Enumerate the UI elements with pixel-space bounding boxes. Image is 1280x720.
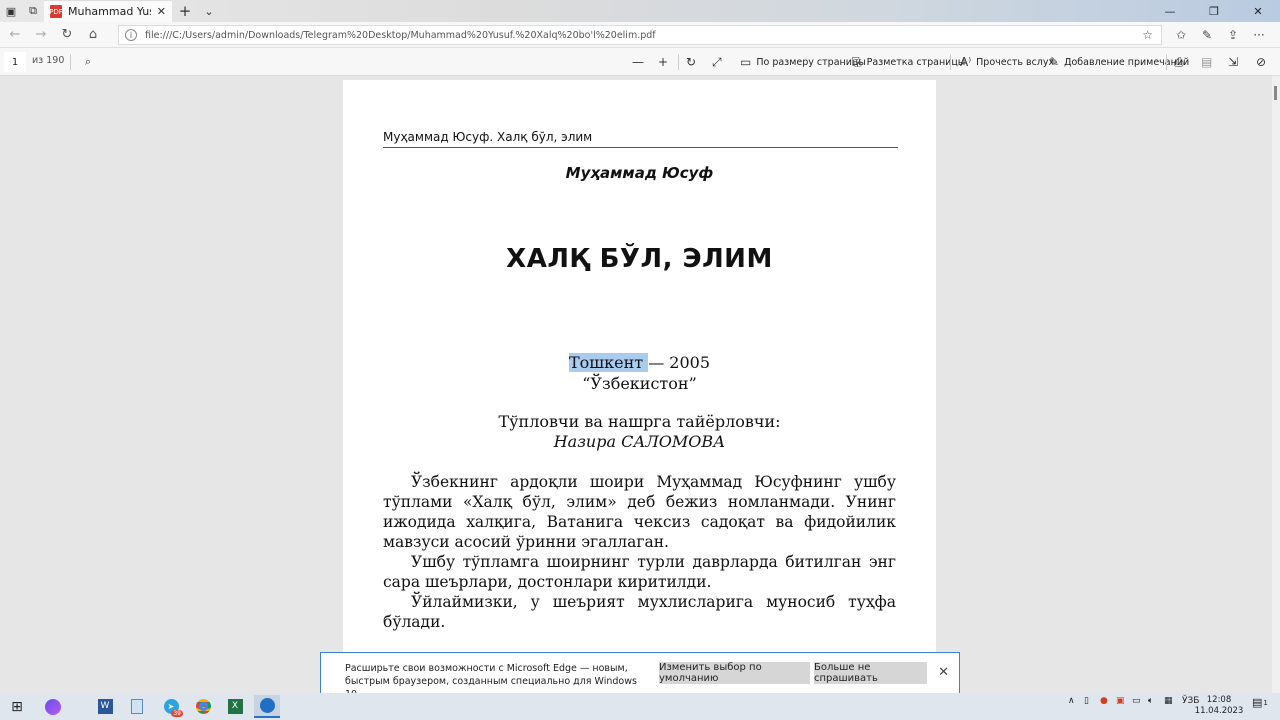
favorite-star-icon[interactable]: ☆: [1142, 28, 1153, 42]
fit-page-icon: ▭: [740, 55, 752, 69]
info-icon[interactable]: i: [125, 29, 137, 41]
author-name: Муҳаммад Юсуф: [565, 164, 714, 182]
publisher-name: “Ўзбекистон”: [582, 374, 697, 393]
windows-start-icon[interactable]: ⊞: [4, 695, 30, 718]
document-viewer[interactable]: Муҳаммад Юсуф. Халқ бўл, элим Муҳаммад Ю…: [0, 76, 1272, 693]
pdf-file-icon: PDF: [49, 5, 63, 18]
chrome-icon[interactable]: [190, 695, 216, 718]
action-center-icon[interactable]: ▤ 1: [1252, 696, 1268, 709]
url-field[interactable]: i file:///C:/Users/admin/Downloads/Teleg…: [118, 25, 1162, 45]
volume-icon[interactable]: 🔈︎: [1148, 696, 1153, 706]
minimize-icon[interactable]: —: [1148, 0, 1192, 22]
scrollbar-thumb[interactable]: [1274, 86, 1277, 100]
back-icon[interactable]: ←: [2, 22, 28, 48]
selected-text[interactable]: Тошкент: [568, 353, 649, 372]
editor-name: Назира САЛОМОВА: [553, 432, 726, 451]
close-tab-icon[interactable]: ✕: [157, 5, 166, 18]
word-icon[interactable]: W: [92, 695, 118, 718]
dont-ask-button[interactable]: Больше не спрашивать: [814, 662, 927, 684]
share-icon[interactable]: ⇪: [1220, 22, 1246, 48]
favorites-icon[interactable]: ✩: [1168, 22, 1194, 48]
tab-active[interactable]: PDF Muhammad Yusuf. Xalq ✕: [44, 0, 172, 22]
restore-icon[interactable]: ❐: [1192, 0, 1236, 22]
usb-icon[interactable]: ▯: [1084, 696, 1089, 706]
paragraph: Ўзбекнинг ардоқли шоири Муҳаммад Юсуфнин…: [383, 473, 896, 551]
save-icon[interactable]: ▤: [1201, 52, 1212, 72]
add-notes-label: Добавление примечаний: [1064, 56, 1190, 68]
edge-icon[interactable]: [254, 695, 280, 718]
antivirus-icon[interactable]: ▣: [1116, 696, 1125, 706]
vertical-scrollbar[interactable]: [1272, 76, 1280, 693]
divider: [950, 54, 951, 70]
read-aloud-button[interactable]: A⁾ Прочесть вслух: [960, 52, 1054, 72]
warning-icon[interactable]: ●: [1100, 696, 1108, 706]
pin-toolbar-icon[interactable]: ⊘: [1256, 52, 1266, 72]
change-default-button[interactable]: Изменить выбор по умолчанию: [659, 662, 810, 684]
pdf-page: Муҳаммад Юсуф. Халқ бўл, элим Муҳаммад Ю…: [343, 80, 936, 693]
search-icon[interactable]: ⌕: [78, 52, 98, 72]
notes-pen-icon[interactable]: ✎: [1194, 22, 1220, 48]
divider: [1166, 54, 1167, 70]
telegram-badge: 39: [171, 710, 183, 717]
fit-page-button[interactable]: ▭ По размеру страницы: [740, 52, 866, 72]
title-bar: ▣ ⧉ PDF Muhammad Yusuf. Xalq ✕ + ⌄ — ❐ ✕: [0, 0, 1280, 22]
pdf-toolbar: 1 из 190 ⌕ — + ↻ ⤢ ▭ По размеру страницы…: [0, 48, 1280, 76]
paragraph: Ушбу тўпламга шоирнинг турли даврларда б…: [383, 553, 896, 591]
read-aloud-label: Прочесть вслух: [976, 56, 1055, 68]
notification-count: 1: [1263, 698, 1268, 707]
alice-assistant-icon[interactable]: [40, 695, 66, 718]
tab-list-chevron-icon[interactable]: ⌄: [198, 0, 220, 22]
annotation-text: Ўзбекнинг ардоқли шоири Муҳаммад Юсуфнин…: [383, 472, 896, 632]
editor-label: Тўпловчи ва нашрга тайёрловчи:: [498, 412, 781, 431]
address-bar: ← → ↻ ⌂ i file:///C:/Users/admin/Downloa…: [0, 22, 1280, 48]
telegram-icon[interactable]: ➤ 39: [158, 695, 184, 718]
close-window-icon[interactable]: ✕: [1236, 0, 1280, 22]
page-layout-button[interactable]: ⎘ Разметка страницы: [852, 52, 965, 72]
divider: [70, 54, 71, 70]
default-browser-notification: Расширьте свои возможности с Microsoft E…: [320, 652, 960, 700]
add-notes-button[interactable]: ✎ Добавление примечаний: [1049, 52, 1189, 72]
rotate-icon[interactable]: ↻: [686, 52, 696, 72]
forward-icon[interactable]: →: [28, 22, 54, 48]
page-count: из 190: [32, 55, 65, 66]
network-icon[interactable]: ▭: [1132, 696, 1141, 706]
home-icon[interactable]: ⌂: [80, 22, 106, 48]
browser-actions: ✩ ✎ ⇪ ···: [1168, 22, 1272, 48]
zoom-out-icon[interactable]: —: [632, 52, 644, 72]
page-number-input[interactable]: 1: [4, 52, 26, 72]
notepad-icon[interactable]: [124, 695, 150, 718]
zoom-in-icon[interactable]: +: [658, 52, 668, 72]
show-hidden-icons-icon[interactable]: ∧: [1068, 696, 1075, 706]
tab-title: Muhammad Yusuf. Xalq: [68, 5, 151, 18]
url-text: file:///C:/Users/admin/Downloads/Telegra…: [145, 29, 656, 41]
clock-date: 11.04.2023: [1194, 706, 1244, 716]
tab-actions-icon[interactable]: ▣: [0, 0, 22, 22]
close-notification-icon[interactable]: ✕: [938, 665, 949, 680]
refresh-icon[interactable]: ↻: [54, 22, 80, 48]
new-tab-icon[interactable]: +: [172, 0, 198, 22]
keyboard-icon[interactable]: ▦: [1164, 696, 1173, 706]
excel-icon[interactable]: X: [222, 695, 248, 718]
publication-place: Тошкент — 2005: [343, 353, 936, 372]
book-title: ХАЛҚ БЎЛ, ЭЛИМ: [506, 244, 773, 274]
window-controls: — ❐ ✕: [1148, 0, 1280, 22]
pen-icon: ✎: [1049, 55, 1060, 69]
fullscreen-icon[interactable]: ⤢: [712, 52, 722, 72]
publication-year: — 2005: [648, 353, 711, 372]
running-head: Муҳаммад Юсуф. Халқ бўл, элим: [383, 130, 898, 148]
divider: [678, 54, 679, 70]
print-icon[interactable]: ⎙: [1174, 52, 1184, 72]
clock[interactable]: 12:08 11.04.2023: [1194, 695, 1244, 717]
paragraph: Ўйлаймизки, у шеърият мухлисларига мунос…: [383, 593, 896, 631]
read-aloud-icon: A⁾: [960, 55, 972, 69]
clock-time: 12:08: [1206, 695, 1232, 705]
set-aside-tabs-icon[interactable]: ⧉: [22, 0, 44, 22]
fit-page-label: По размеру страницы: [756, 56, 866, 68]
more-icon[interactable]: ···: [1246, 22, 1272, 48]
page-layout-icon: ⎘: [852, 54, 862, 69]
taskbar: ⊞ W ➤ 39 X ∧ ▯ ● ▣ ▭ 🔈︎ ▦ ЎЗБ 12:08 11.0…: [0, 693, 1280, 720]
save-as-icon[interactable]: ⇲: [1228, 52, 1238, 72]
